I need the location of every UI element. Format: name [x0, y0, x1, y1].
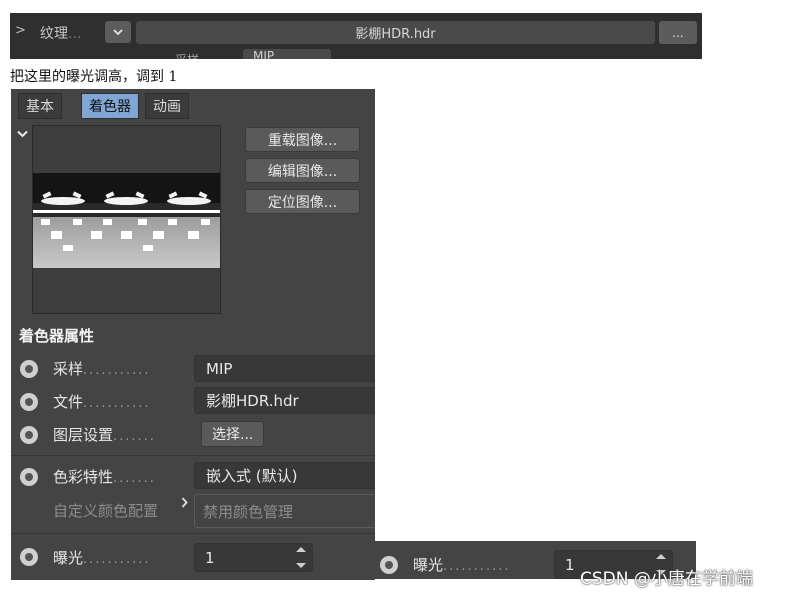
layer-dots: ....... — [113, 429, 156, 444]
exposure2-radio-icon[interactable] — [380, 556, 398, 574]
exposure-radio-icon[interactable] — [20, 548, 38, 566]
top-sample-label: 采样 — [175, 51, 199, 59]
reload-image-button[interactable]: 重载图像... — [245, 127, 360, 152]
layer-select-button[interactable]: 选择... — [201, 421, 265, 447]
hdr-preview-image — [33, 173, 220, 268]
color-row-label: 色彩特性....... — [53, 466, 156, 487]
exposure-label: 曝光 — [53, 549, 84, 567]
color-radio-icon[interactable] — [20, 468, 38, 486]
exposure-row-label: 曝光........... — [53, 547, 150, 568]
exposure-value: 1 — [205, 548, 215, 567]
sample-field[interactable]: MIP — [194, 355, 375, 382]
file-label: 文件 — [53, 393, 84, 411]
color-label: 色彩特性 — [53, 468, 114, 486]
divider — [11, 533, 375, 534]
exposure-spinner[interactable]: 1 — [194, 543, 313, 572]
shader-attributes-title: 着色器属性 — [19, 327, 95, 345]
sample-label: 采样 — [53, 360, 84, 378]
tab-basic[interactable]: 基本 — [18, 93, 62, 119]
locate-image-button[interactable]: 定位图像... — [245, 189, 360, 214]
exposure2-row-label: 曝光........... — [413, 554, 510, 575]
exposure-dots: ........... — [83, 552, 151, 567]
texture-more-button[interactable]: ... — [659, 21, 697, 44]
exposure2-value: 1 — [565, 555, 575, 574]
texture-label: 纹理... — [40, 23, 81, 43]
chevron-down-icon — [113, 28, 123, 35]
exposure2-dots: ........... — [443, 559, 511, 574]
top-sample-dropdown[interactable]: MIP — [243, 49, 331, 59]
chevron-right-icon[interactable] — [181, 497, 188, 512]
texture-dropdown-chevron-button[interactable] — [105, 21, 131, 43]
texture-attribute-strip: > 纹理... 影棚HDR.hdr ... 采样 MIP — [10, 13, 702, 59]
layer-radio-icon[interactable] — [20, 426, 38, 444]
texture-file-field[interactable]: 影棚HDR.hdr — [136, 21, 655, 44]
sample-radio-icon[interactable] — [20, 360, 38, 378]
attribute-editor-panel: 基本 着色器 动画 重载图像... 编辑图像... 定位图像... 着色器属性 … — [11, 89, 375, 580]
spinner-arrows-icon[interactable] — [296, 547, 306, 568]
watermark: CSDN @小唐在学前端 — [580, 569, 753, 589]
color-space-field[interactable]: 嵌入式 (默认) — [194, 462, 375, 489]
collapse-chevron-down-icon[interactable] — [17, 127, 28, 142]
file-value: 影棚HDR.hdr — [206, 392, 299, 410]
sample-value: MIP — [206, 359, 233, 378]
custom-profile-label: 自定义颜色配置 — [53, 502, 159, 520]
file-dots: ........... — [83, 396, 151, 411]
tab-animation[interactable]: 动画 — [145, 93, 189, 119]
color-dots: ....... — [113, 471, 156, 486]
color-space-value: 嵌入式 (默认) — [206, 467, 298, 485]
expand-chevron-right-icon[interactable]: > — [15, 23, 26, 38]
instruction-note: 把这里的曝光调高，调到 1 — [10, 69, 178, 85]
sample-row-label: 采样........... — [53, 358, 150, 379]
tab-shader[interactable]: 着色器 — [81, 93, 139, 119]
file-row-label: 文件........... — [53, 391, 150, 412]
edit-image-button[interactable]: 编辑图像... — [245, 158, 360, 183]
custom-profile-field[interactable]: 禁用颜色管理 — [194, 494, 375, 528]
exposure2-label: 曝光 — [413, 556, 444, 574]
sample-dots: ........... — [83, 363, 151, 378]
texture-label-text: 纹理 — [40, 26, 68, 42]
file-field[interactable]: 影棚HDR.hdr — [194, 387, 375, 414]
top-sample-value: MIP — [253, 49, 275, 59]
layer-label: 图层设置 — [53, 426, 114, 444]
texture-label-dots: ... — [68, 26, 82, 42]
layer-row-label: 图层设置....... — [53, 424, 156, 445]
file-radio-icon[interactable] — [20, 393, 38, 411]
divider — [11, 455, 375, 456]
image-preview-frame — [32, 125, 221, 314]
